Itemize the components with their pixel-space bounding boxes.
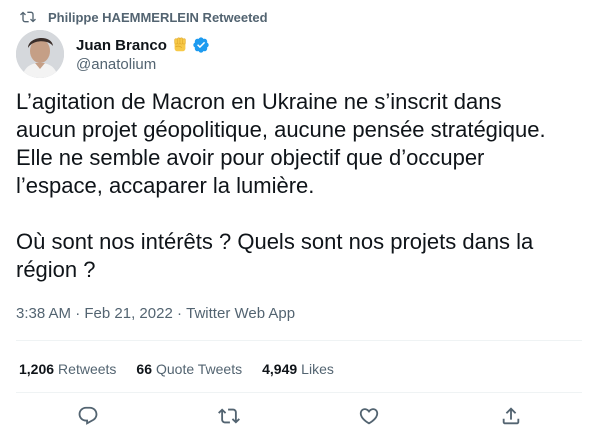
author-display-name[interactable]: Juan Branco xyxy=(76,37,167,54)
quote-tweets-stat[interactable]: 66 Quote Tweets xyxy=(136,361,242,377)
retweeted-by-text: Philippe HAEMMERLEIN Retweeted xyxy=(48,9,268,25)
tweet-author: Juan Branco @anatolium xyxy=(16,30,210,78)
tweet-time[interactable]: 3:38 AM xyxy=(16,305,71,322)
reply-button[interactable] xyxy=(77,405,99,427)
likes-stat[interactable]: 4,949 Likes xyxy=(262,361,334,377)
retweet-icon xyxy=(218,408,240,424)
meta-separator: · xyxy=(71,305,85,322)
quote-tweets-label: Quote Tweets xyxy=(155,361,243,377)
share-button[interactable] xyxy=(500,405,522,427)
verified-badge-icon xyxy=(193,37,209,53)
retweet-button[interactable] xyxy=(218,405,240,427)
tweet-line: Elle ne semble avoir pour objectif que d… xyxy=(16,145,485,170)
tweet-line: aucun projet géopolitique, aucune pensée… xyxy=(16,117,546,142)
tweet-text: L’agitation de Macron en Ukraine ne s’in… xyxy=(16,88,586,284)
tweet-metadata: 3:38 AM · Feb 21, 2022 · Twitter Web App xyxy=(16,305,295,322)
retweets-count: 1,206 xyxy=(19,361,55,377)
like-icon xyxy=(359,408,379,425)
likes-count: 4,949 xyxy=(262,361,298,377)
tweet-line: L’agitation de Macron en Ukraine ne s’in… xyxy=(16,89,502,114)
likes-label: Likes xyxy=(301,361,334,377)
tweet-date[interactable]: Feb 21, 2022 xyxy=(84,305,172,322)
retweets-label: Retweets xyxy=(58,361,117,377)
retweet-icon xyxy=(20,11,36,23)
engagement-stats: 1,206 Retweets 66 Quote Tweets 4,949 Likes xyxy=(19,361,354,377)
tweet-line: Où sont nos intérêts ? Quels sont nos pr… xyxy=(16,229,534,254)
avatar-image xyxy=(16,30,64,78)
tweet-line: région ? xyxy=(16,257,96,282)
like-button[interactable] xyxy=(358,405,380,427)
author-handle[interactable]: @anatolium xyxy=(76,56,210,73)
meta-separator: · xyxy=(172,305,187,322)
tweet-line: l’espace, accaparer la lumière. xyxy=(16,173,315,198)
quote-tweets-count: 66 xyxy=(136,361,152,377)
tweet-source[interactable]: Twitter Web App xyxy=(186,305,295,322)
divider xyxy=(16,340,582,341)
divider xyxy=(16,392,582,393)
raised-fist-emoji xyxy=(174,37,186,52)
share-icon xyxy=(502,407,520,425)
tweet-actions xyxy=(0,405,598,427)
avatar[interactable] xyxy=(16,30,64,78)
retweets-stat[interactable]: 1,206 Retweets xyxy=(19,361,116,377)
retweeted-by-header[interactable]: Philippe HAEMMERLEIN Retweeted xyxy=(20,9,268,25)
reply-icon xyxy=(78,406,98,425)
